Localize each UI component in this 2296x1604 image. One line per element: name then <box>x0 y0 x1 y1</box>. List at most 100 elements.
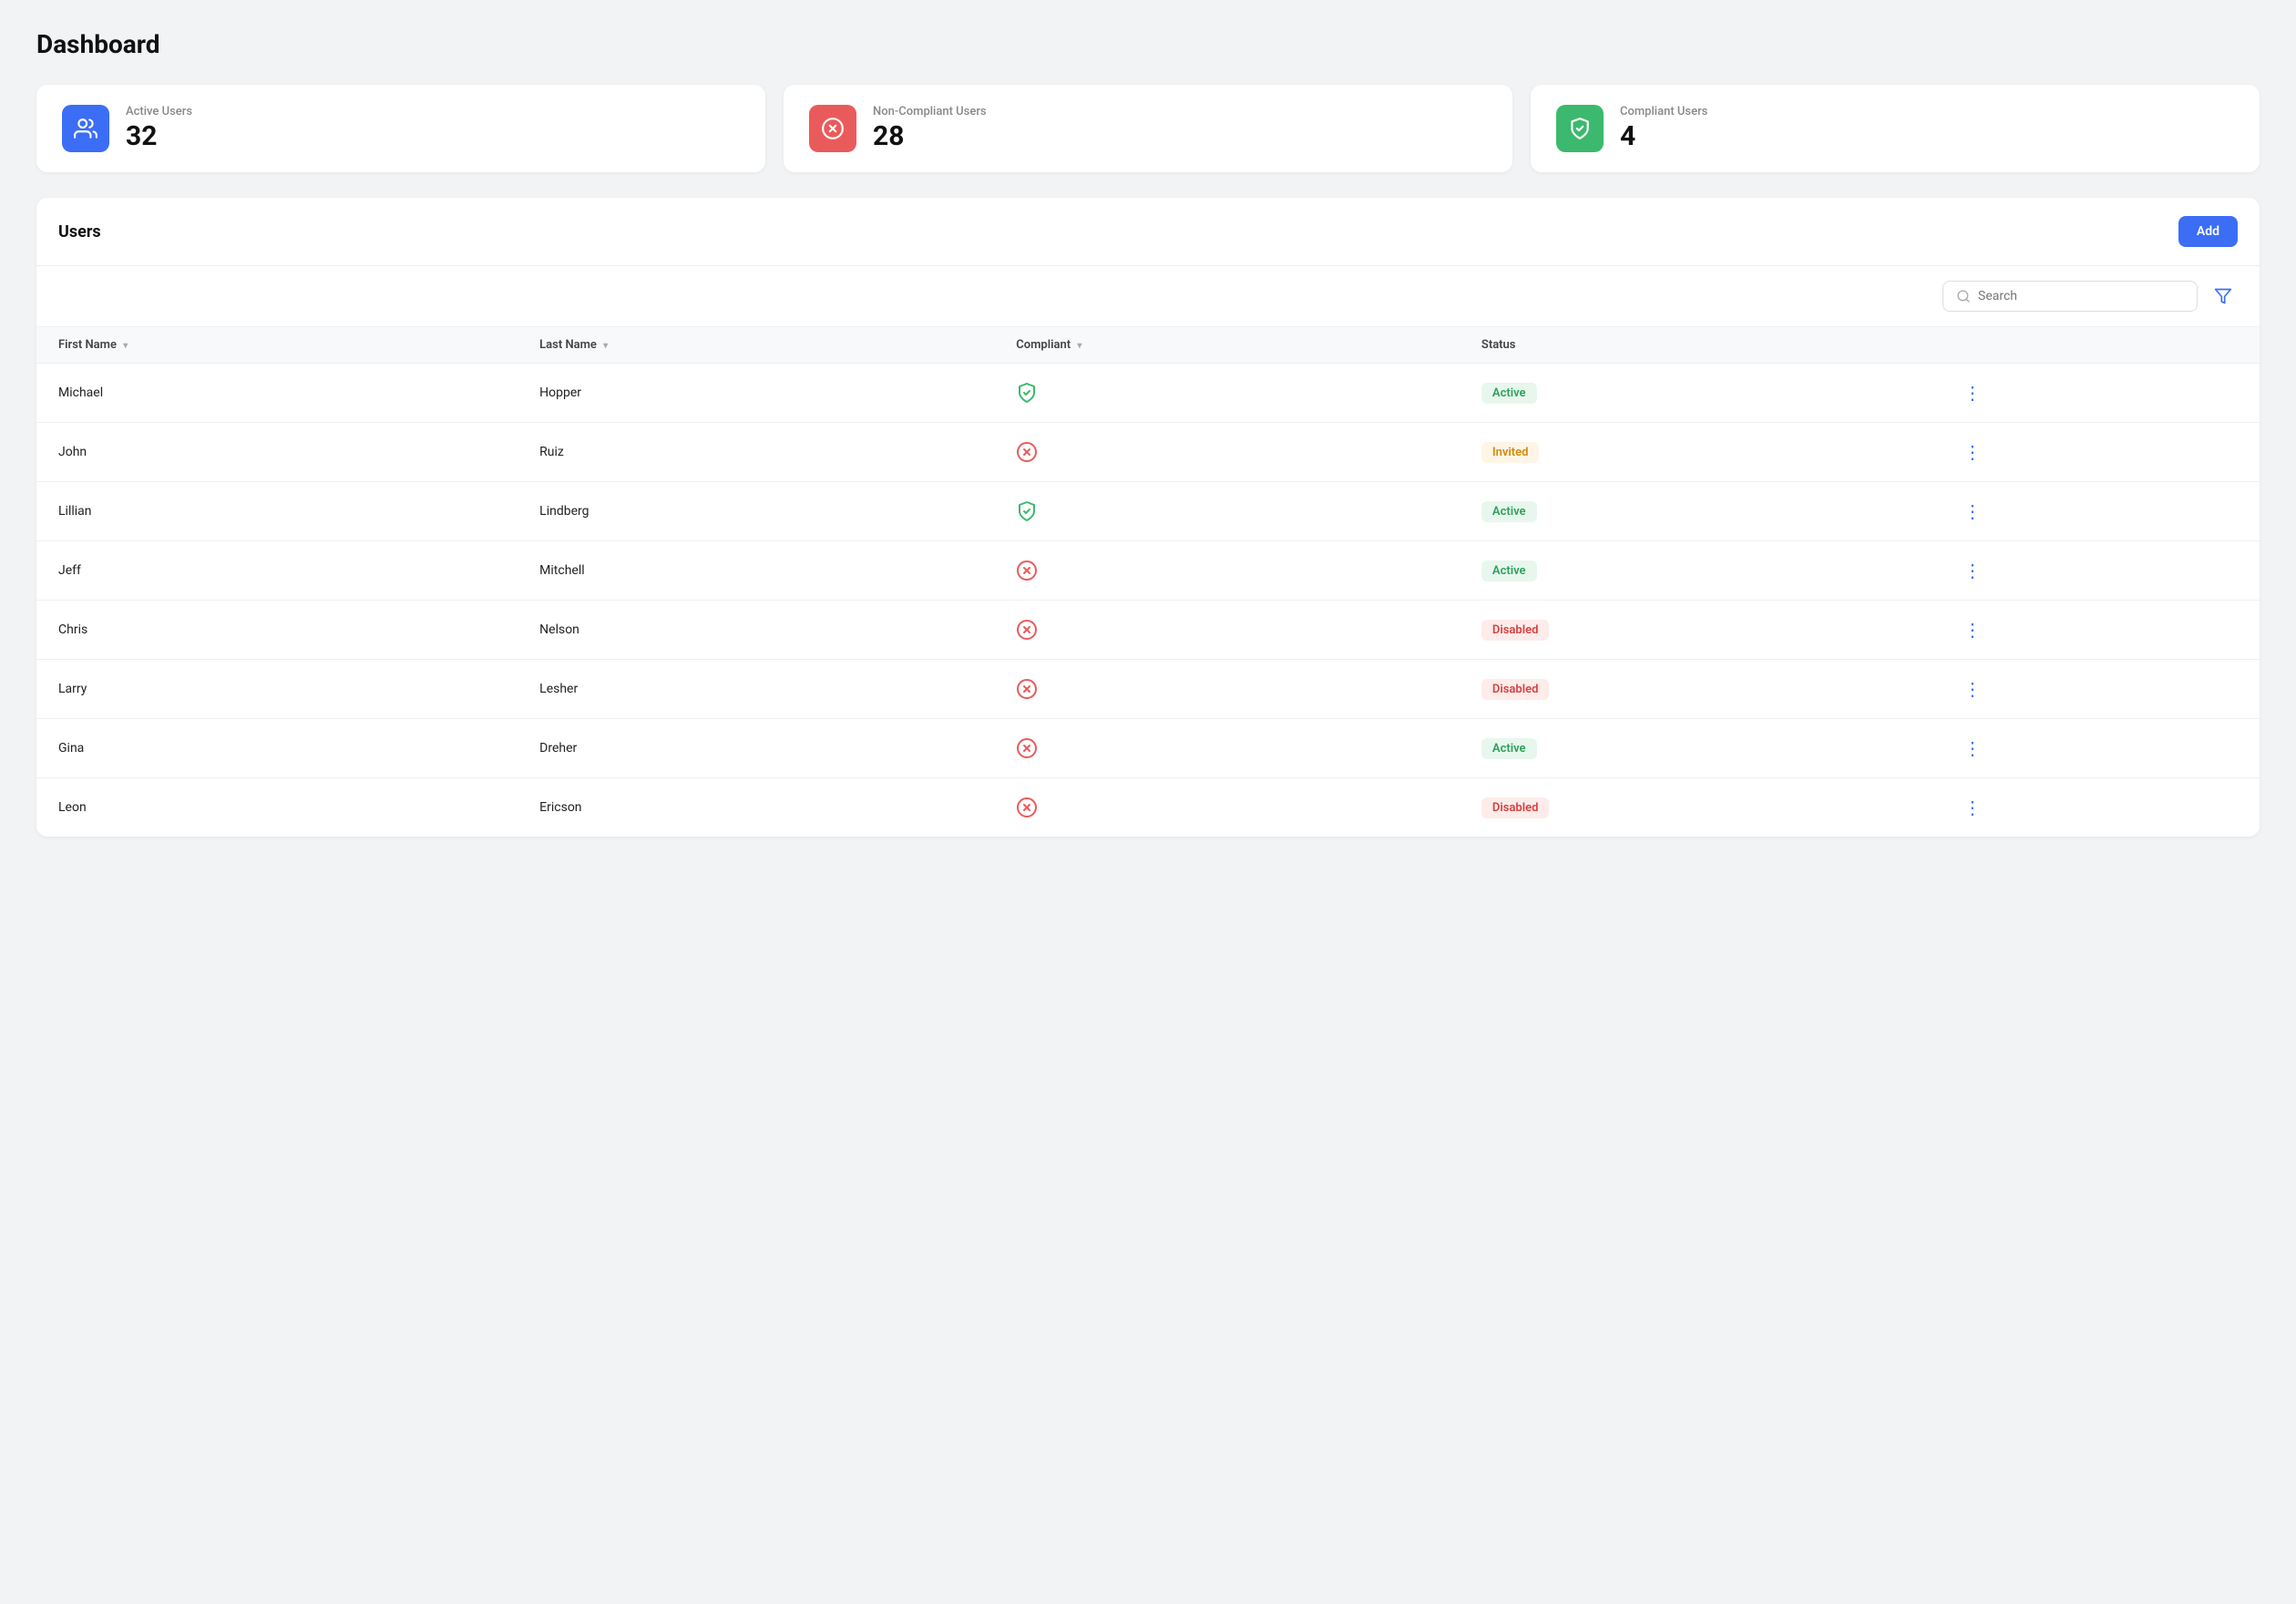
cell-status: Active <box>1460 541 1934 601</box>
cell-actions: ⋮ <box>1934 423 2260 482</box>
table-header-row: First Name ▾ Last Name ▾ Compliant ▾ Sta… <box>36 327 2260 364</box>
sort-icon-first-name: ▾ <box>123 341 128 351</box>
compliant-icon-container <box>1556 105 1604 152</box>
cell-first-name: Michael <box>36 364 518 423</box>
table-row: Leon Ericson Disabled ⋮ <box>36 778 2260 838</box>
col-header-compliant[interactable]: Compliant ▾ <box>994 327 1460 364</box>
search-input[interactable] <box>1978 289 2184 303</box>
row-menu-button[interactable]: ⋮ <box>1956 674 1989 704</box>
cell-compliant <box>994 423 1460 482</box>
compliant-no-icon <box>1016 560 1438 581</box>
filter-icon <box>2214 287 2232 305</box>
cell-last-name: Mitchell <box>518 541 994 601</box>
cell-status: Active <box>1460 364 1934 423</box>
cell-compliant <box>994 719 1460 778</box>
row-menu-button[interactable]: ⋮ <box>1956 556 1989 585</box>
cell-last-name: Lindberg <box>518 482 994 541</box>
cell-actions: ⋮ <box>1934 660 2260 719</box>
table-row: Jeff Mitchell Active ⋮ <box>36 541 2260 601</box>
cell-status: Disabled <box>1460 601 1934 660</box>
cell-actions: ⋮ <box>1934 778 2260 838</box>
compliant-value: 4 <box>1620 120 1707 152</box>
non-compliant-info: Non-Compliant Users 28 <box>873 105 987 152</box>
stat-card-compliant: Compliant Users 4 <box>1531 85 2260 172</box>
table-row: John Ruiz Invited ⋮ <box>36 423 2260 482</box>
non-compliant-value: 28 <box>873 120 987 152</box>
stat-card-active-users: Active Users 32 <box>36 85 765 172</box>
cell-status: Invited <box>1460 423 1934 482</box>
stat-card-non-compliant: Non-Compliant Users 28 <box>784 85 1512 172</box>
users-section-title: Users <box>58 222 101 242</box>
status-badge: Invited <box>1481 442 1540 463</box>
cell-compliant <box>994 541 1460 601</box>
row-menu-button[interactable]: ⋮ <box>1956 437 1989 467</box>
cell-actions: ⋮ <box>1934 601 2260 660</box>
row-menu-button[interactable]: ⋮ <box>1956 378 1989 407</box>
row-menu-button[interactable]: ⋮ <box>1956 734 1989 763</box>
cell-first-name: Leon <box>36 778 518 838</box>
col-header-first-name[interactable]: First Name ▾ <box>36 327 518 364</box>
status-badge: Active <box>1481 738 1537 759</box>
compliant-no-icon <box>1016 797 1438 818</box>
x-circle-icon <box>821 117 845 140</box>
table-row: Lillian Lindberg Active ⋮ <box>36 482 2260 541</box>
cell-compliant <box>994 778 1460 838</box>
active-users-icon-container <box>62 105 109 152</box>
cell-last-name: Nelson <box>518 601 994 660</box>
cell-last-name: Ericson <box>518 778 994 838</box>
cell-first-name: Lillian <box>36 482 518 541</box>
non-compliant-icon-container <box>809 105 856 152</box>
cell-first-name: John <box>36 423 518 482</box>
add-user-button[interactable]: Add <box>2178 216 2238 247</box>
table-row: Larry Lesher Disabled ⋮ <box>36 660 2260 719</box>
cell-status: Disabled <box>1460 778 1934 838</box>
shield-check-icon <box>1568 117 1592 140</box>
users-table: First Name ▾ Last Name ▾ Compliant ▾ Sta… <box>36 327 2260 837</box>
cell-actions: ⋮ <box>1934 364 2260 423</box>
users-icon <box>74 117 97 140</box>
cell-status: Active <box>1460 719 1934 778</box>
compliant-info: Compliant Users 4 <box>1620 105 1707 152</box>
non-compliant-label: Non-Compliant Users <box>873 105 987 118</box>
sort-icon-last-name: ▾ <box>603 341 608 351</box>
stats-row: Active Users 32 Non-Compliant Users 28 C… <box>36 85 2260 172</box>
compliant-no-icon <box>1016 678 1438 700</box>
row-menu-button[interactable]: ⋮ <box>1956 615 1989 644</box>
cell-first-name: Chris <box>36 601 518 660</box>
cell-compliant <box>994 482 1460 541</box>
col-header-last-name[interactable]: Last Name ▾ <box>518 327 994 364</box>
sort-icon-compliant: ▾ <box>1077 341 1081 351</box>
status-badge: Disabled <box>1481 620 1550 641</box>
cell-last-name: Hopper <box>518 364 994 423</box>
cell-first-name: Larry <box>36 660 518 719</box>
table-toolbar <box>36 266 2260 327</box>
compliant-yes-icon <box>1016 500 1438 522</box>
status-badge: Disabled <box>1481 679 1550 700</box>
cell-last-name: Dreher <box>518 719 994 778</box>
active-users-info: Active Users 32 <box>126 105 192 152</box>
status-badge: Disabled <box>1481 797 1550 818</box>
active-users-label: Active Users <box>126 105 192 118</box>
row-menu-button[interactable]: ⋮ <box>1956 497 1989 526</box>
cell-first-name: Gina <box>36 719 518 778</box>
cell-last-name: Lesher <box>518 660 994 719</box>
active-users-value: 32 <box>126 120 192 152</box>
search-icon <box>1956 289 1971 303</box>
cell-compliant <box>994 364 1460 423</box>
compliant-yes-icon <box>1016 382 1438 404</box>
col-header-status: Status <box>1460 327 1934 364</box>
col-header-actions <box>1934 327 2260 364</box>
table-row: Gina Dreher Active ⋮ <box>36 719 2260 778</box>
cell-compliant <box>994 601 1460 660</box>
filter-button[interactable] <box>2209 282 2238 311</box>
cell-compliant <box>994 660 1460 719</box>
cell-status: Disabled <box>1460 660 1934 719</box>
compliant-no-icon <box>1016 737 1438 759</box>
table-row: Chris Nelson Disabled ⋮ <box>36 601 2260 660</box>
cell-actions: ⋮ <box>1934 541 2260 601</box>
users-card: Users Add First Name ▾ La <box>36 198 2260 837</box>
users-card-header: Users Add <box>36 198 2260 266</box>
row-menu-button[interactable]: ⋮ <box>1956 793 1989 822</box>
compliant-label: Compliant Users <box>1620 105 1707 118</box>
status-badge: Active <box>1481 560 1537 581</box>
